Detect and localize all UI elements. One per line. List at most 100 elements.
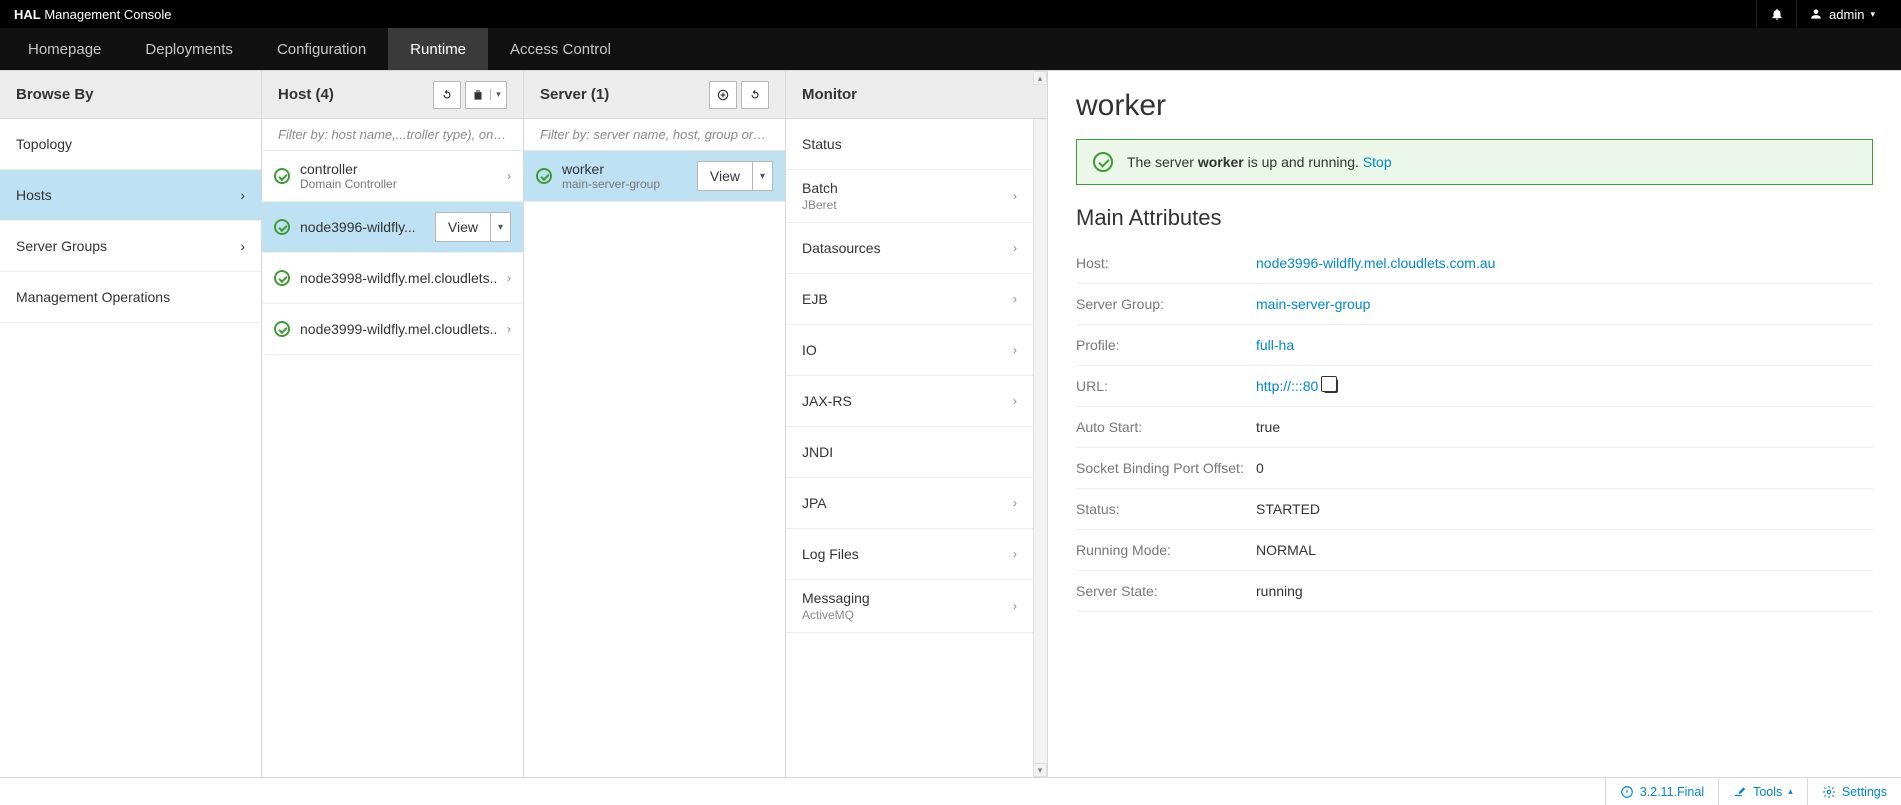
scrollbar-track[interactable] <box>1033 119 1047 777</box>
user-name: admin <box>1829 7 1864 22</box>
chevron-right-icon: › <box>1013 496 1017 510</box>
brand-bar: HAL Management Console admin ▾ <box>0 0 1901 28</box>
footer: 3.2.11.Final Tools ▴ Settings <box>0 777 1901 805</box>
browse-item-hosts[interactable]: Hosts › <box>0 170 261 221</box>
column-server-header: Server (1) <box>524 71 785 119</box>
main-attributes-heading: Main Attributes <box>1076 205 1873 231</box>
attr-label: Host: <box>1076 255 1256 271</box>
scroll-up-button[interactable]: ▴ <box>1033 71 1047 85</box>
column-detail: worker The server worker is up and runni… <box>1048 71 1901 777</box>
monitor-list: StatusBatchJBeret›Datasources›EJB›IO›JAX… <box>786 119 1047 777</box>
status-ok-icon <box>274 270 290 286</box>
tools-menu[interactable]: Tools ▴ <box>1718 778 1807 805</box>
attr-label: Server Group: <box>1076 296 1256 312</box>
column-server: Server (1) Filter by: server name, host,… <box>524 71 786 777</box>
monitor-item-ejb[interactable]: EJB› <box>786 274 1033 325</box>
monitor-item-text: Datasources <box>802 240 881 256</box>
host-filter[interactable]: Filter by: host name,...troller type), o… <box>262 119 523 151</box>
version-link[interactable]: 3.2.11.Final <box>1605 778 1718 805</box>
browse-item-label: Server Groups <box>16 238 107 254</box>
add-server-button[interactable] <box>709 81 737 109</box>
attr-label: Socket Binding Port Offset: <box>1076 460 1256 476</box>
monitor-item-log-files[interactable]: Log Files› <box>786 529 1033 580</box>
chevron-right-icon: › <box>1013 599 1017 613</box>
status-ok-icon <box>274 219 290 235</box>
host-item-text: node3996-wildfly... <box>300 219 425 235</box>
chevron-right-icon: › <box>1013 394 1017 408</box>
column-browse-header: Browse By <box>0 71 261 119</box>
nav-configuration[interactable]: Configuration <box>255 28 388 70</box>
chevron-right-icon: › <box>1013 241 1017 255</box>
attr-label: URL: <box>1076 378 1256 394</box>
alert-text: The server worker is up and running. Sto… <box>1127 154 1392 170</box>
attr-link[interactable]: node3996-wildfly.mel.cloudlets.com.au <box>1256 255 1495 271</box>
settings-label: Settings <box>1842 785 1887 799</box>
monitor-item-text: MessagingActiveMQ <box>802 590 870 622</box>
chevron-right-icon: › <box>240 187 245 203</box>
monitor-item-text: Log Files <box>802 546 859 562</box>
attr-row: Server State:running <box>1076 571 1873 612</box>
status-ok-icon <box>536 168 552 184</box>
refresh-servers-button[interactable] <box>741 81 769 109</box>
scroll-down-button[interactable]: ▾ <box>1033 763 1047 777</box>
status-alert: The server worker is up and running. Sto… <box>1076 139 1873 185</box>
server-filter[interactable]: Filter by: server name, host, group or s… <box>524 119 785 151</box>
monitor-item-batch[interactable]: BatchJBeret› <box>786 170 1033 223</box>
notifications-icon[interactable] <box>1756 0 1796 28</box>
attr-row: Server Group:main-server-group <box>1076 284 1873 325</box>
server-item[interactable]: workermain-server-groupView▾ <box>524 151 785 202</box>
column-browse-title: Browse By <box>16 86 94 103</box>
brand-strong: HAL <box>14 7 41 22</box>
browse-list: Topology Hosts › Server Groups›Management O… <box>0 119 261 777</box>
browse-item-management-operations[interactable]: Management Operations <box>0 272 261 323</box>
detail-title: worker <box>1076 89 1873 123</box>
attr-value: running <box>1256 583 1303 599</box>
nav-runtime[interactable]: Runtime <box>388 28 488 70</box>
monitor-item-jndi[interactable]: JNDI <box>786 427 1033 478</box>
monitor-item-status[interactable]: Status <box>786 119 1033 170</box>
copy-icon[interactable] <box>1324 379 1338 393</box>
attr-link[interactable]: main-server-group <box>1256 296 1370 312</box>
browse-item-server-groups[interactable]: Server Groups› <box>0 221 261 272</box>
settings-link[interactable]: Settings <box>1807 778 1901 805</box>
delete-hosts-button[interactable]: ▾ <box>465 81 507 109</box>
brand-text: HAL Management Console <box>14 7 172 22</box>
chevron-down-icon[interactable]: ▾ <box>490 89 506 100</box>
column-host-header: Host (4) ▾ <box>262 71 523 119</box>
chevron-right-icon: › <box>1013 189 1017 203</box>
chevron-right-icon: › <box>1013 292 1017 306</box>
chevron-right-icon: › <box>507 169 511 183</box>
nav-access-control[interactable]: Access Control <box>488 28 633 70</box>
check-circle-icon <box>1093 152 1113 172</box>
chevron-up-icon: ▴ <box>1788 786 1793 797</box>
attr-link[interactable]: full-ha <box>1256 337 1294 353</box>
refresh-hosts-button[interactable] <box>433 81 461 109</box>
host-item[interactable]: node3996-wildfly... View▾ <box>262 202 523 253</box>
view-host-button[interactable]: View▾ <box>435 212 511 242</box>
attr-row: Socket Binding Port Offset:0 <box>1076 448 1873 489</box>
chevron-right-icon: › <box>507 322 511 336</box>
browse-item-label: Hosts <box>16 187 52 203</box>
nav-deployments[interactable]: Deployments <box>123 28 255 70</box>
nav-homepage[interactable]: Homepage <box>6 28 123 70</box>
monitor-item-messaging[interactable]: MessagingActiveMQ › <box>786 580 1033 633</box>
attr-link[interactable]: http://:::80 <box>1256 378 1318 394</box>
monitor-item-jax-rs[interactable]: JAX-RS› <box>786 376 1033 427</box>
monitor-item-text: IO <box>802 342 817 358</box>
monitor-item-io[interactable]: IO› <box>786 325 1033 376</box>
chevron-down-icon[interactable]: ▾ <box>752 162 772 190</box>
host-item[interactable]: node3998-wildfly.mel.cloudlets...› <box>262 253 523 304</box>
host-item-text: controllerDomain Controller <box>300 161 497 191</box>
stop-link[interactable]: Stop <box>1363 154 1392 170</box>
user-menu[interactable]: admin ▾ <box>1796 0 1887 28</box>
chevron-down-icon[interactable]: ▾ <box>490 213 510 241</box>
monitor-item-datasources[interactable]: Datasources › <box>786 223 1033 274</box>
host-item[interactable]: controllerDomain Controller › <box>262 151 523 202</box>
monitor-item-jpa[interactable]: JPA› <box>786 478 1033 529</box>
host-item[interactable]: node3999-wildfly.mel.cloudlets...› <box>262 304 523 355</box>
column-host-title: Host (4) <box>278 86 334 103</box>
host-list: controllerDomain Controller › node3996-wil… <box>262 151 523 777</box>
browse-item-topology[interactable]: Topology <box>0 119 261 170</box>
view-server-button[interactable]: View▾ <box>697 161 773 191</box>
version-text: 3.2.11.Final <box>1640 785 1704 799</box>
